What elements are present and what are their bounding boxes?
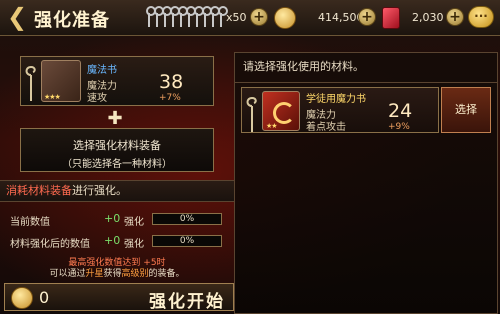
- gold-coin-icon: [274, 7, 296, 29]
- gem-icon: [382, 7, 400, 29]
- star-rating: ★★★: [44, 93, 61, 101]
- note-part-d: 高级别: [121, 269, 149, 279]
- equipment-bonus: +7%: [159, 93, 181, 103]
- star-upgrade-note: 可以通过升星获得高级别的装备。: [0, 266, 234, 279]
- material-value: 24: [388, 100, 413, 122]
- select-material-line2: （只能选择各一种材料）: [62, 159, 172, 170]
- after-enhance-tag: 强化: [124, 239, 144, 250]
- material-panel: 请选择强化使用的材料。 ★★ 学徒用魔力书 魔法力 着点攻击 24 +9% 选择: [234, 52, 498, 314]
- target-equipment-card[interactable]: ★★★ 魔法书 魔法力 速攻 38 +7%: [20, 56, 214, 106]
- current-value: +0: [104, 212, 121, 225]
- note-part-e: 的装备。: [148, 269, 185, 279]
- select-material-line1: 选择强化材料装备: [73, 139, 161, 152]
- start-enhance-label: 强化开始: [149, 292, 225, 312]
- after-progress-bar: 0%: [152, 235, 222, 247]
- current-enhance-tag: 强化: [124, 217, 144, 228]
- select-material-button[interactable]: 选择强化材料装备 （只能选择各一种材料）: [20, 128, 214, 172]
- equipment-stat-2: 速攻: [87, 93, 107, 104]
- material-stat-2: 着点攻击: [306, 122, 346, 133]
- gold-coin-icon: [11, 287, 33, 309]
- add-keys-button[interactable]: +: [250, 8, 268, 26]
- keys-count: x50: [226, 11, 247, 24]
- note-part-b: 升星: [85, 269, 104, 279]
- top-bar: ❮ 强化准备 x50 + 414,500 + 2,030 + ···: [0, 0, 500, 36]
- after-value: +0: [104, 234, 121, 247]
- back-arrow-icon[interactable]: ❮: [4, 4, 30, 32]
- material-name: 学徒用魔力书: [306, 94, 366, 105]
- start-enhance-button[interactable]: 0 强化开始: [4, 283, 234, 312]
- consume-rest: 进行强化。: [72, 184, 127, 197]
- consume-info: 消耗材料装备进行强化。: [0, 180, 234, 202]
- current-progress-bar: 0%: [152, 213, 222, 225]
- enhance-cost: 0: [39, 288, 50, 307]
- material-panel-header: 请选择强化使用的材料。: [235, 53, 497, 83]
- add-gold-button[interactable]: +: [358, 8, 376, 26]
- equipment-name: 魔法书: [87, 65, 117, 76]
- plus-icon: ✚: [107, 108, 123, 129]
- note-part-a: 可以通过: [49, 269, 86, 279]
- equipment-value: 38: [159, 71, 184, 93]
- material-star-rating: ★★: [266, 122, 278, 130]
- staff-icon: [25, 65, 36, 101]
- page-title: 强化准备: [34, 10, 110, 31]
- keys-icon: [146, 6, 228, 28]
- current-progress-text: 0%: [179, 214, 195, 224]
- current-value-label: 当前数值: [10, 217, 50, 228]
- add-gems-button[interactable]: +: [446, 8, 464, 26]
- equipment-panel: ★★★ 魔法书 魔法力 速攻 38 +7% ✚ 选择强化材料装备 （只能选择各一…: [4, 50, 232, 178]
- consume-highlight: 消耗材料装备: [6, 184, 72, 197]
- note-part-c: 获得: [103, 269, 122, 279]
- staff-icon: [246, 96, 257, 132]
- material-card[interactable]: ★★ 学徒用魔力书 魔法力 着点攻击 24 +9%: [241, 87, 439, 133]
- material-bonus: +9%: [388, 122, 410, 132]
- choose-material-button[interactable]: 选择: [441, 87, 491, 133]
- chat-icon[interactable]: ···: [468, 6, 494, 28]
- gem-amount: 2,030: [412, 11, 444, 24]
- gold-amount: 414,500: [318, 11, 364, 24]
- after-value-label: 材料强化后的数值: [10, 239, 90, 250]
- after-progress-text: 0%: [179, 236, 195, 246]
